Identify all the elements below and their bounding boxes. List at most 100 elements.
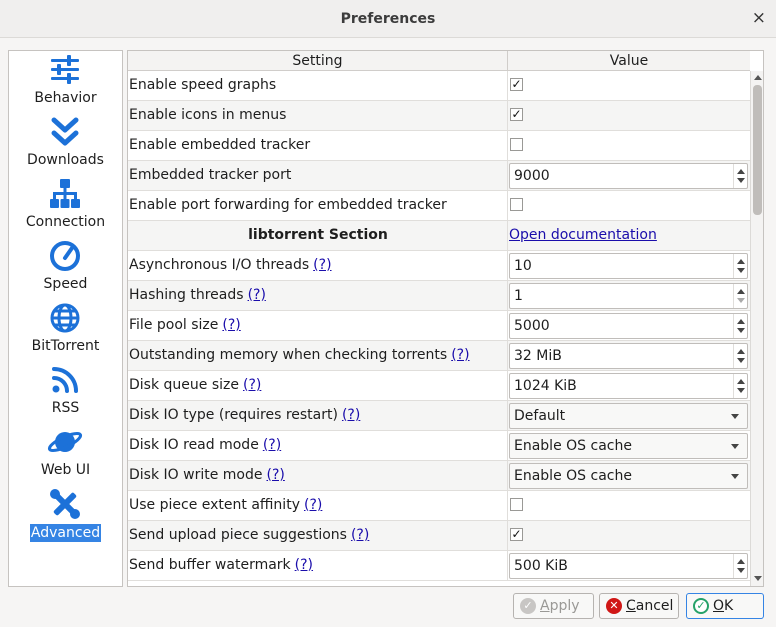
speedometer-icon (47, 239, 83, 273)
spin-up-icon[interactable] (737, 559, 745, 564)
setting-label: Enable port forwarding for embedded trac… (129, 197, 447, 213)
setting-dropdown[interactable]: Enable OS cache (509, 463, 748, 489)
sidebar-item-connection[interactable]: Connection (9, 175, 122, 237)
sidebar-item-behavior[interactable]: Behavior (9, 51, 122, 113)
help-link[interactable]: (?) (295, 557, 313, 573)
help-link[interactable]: (?) (248, 287, 266, 303)
spin-up-icon[interactable] (737, 259, 745, 264)
setting-value-cell: 10 (508, 251, 750, 280)
setting-label: Use piece extent affinity (129, 497, 300, 513)
table-row[interactable]: Disk queue size (?) 1024 KiB (128, 371, 750, 401)
table-row[interactable]: Enable speed graphs ✓ (128, 71, 750, 101)
spinbox-arrows[interactable] (733, 254, 747, 278)
setting-checkbox[interactable] (510, 198, 523, 211)
setting-checkbox[interactable]: ✓ (510, 108, 523, 121)
setting-value-cell: Enable OS cache (508, 461, 750, 490)
setting-dropdown[interactable]: Enable OS cache (509, 433, 748, 459)
setting-spinbox[interactable]: 32 MiB (509, 343, 748, 369)
table-row[interactable]: Send buffer watermark (?) 500 KiB (128, 551, 750, 581)
spin-down-icon[interactable] (737, 268, 745, 273)
spin-up-icon[interactable] (737, 379, 745, 384)
ok-button[interactable]: ✓ OK (686, 593, 764, 619)
scrollbar-thumb[interactable] (753, 85, 762, 215)
help-link[interactable]: (?) (243, 377, 261, 393)
spin-down-icon[interactable] (737, 388, 745, 393)
table-row[interactable]: Disk IO read mode (?) Enable OS cache (128, 431, 750, 461)
help-link[interactable]: (?) (266, 467, 284, 483)
apply-button[interactable]: ✓ Apply (513, 593, 594, 619)
setting-label-cell: Enable embedded tracker (128, 131, 508, 160)
help-link[interactable]: (?) (351, 527, 369, 543)
table-row[interactable]: Enable port forwarding for embedded trac… (128, 191, 750, 221)
spinbox-arrows[interactable] (733, 164, 747, 188)
setting-spinbox[interactable]: 1024 KiB (509, 373, 748, 399)
table-row[interactable]: Disk IO write mode (?) Enable OS cache (128, 461, 750, 491)
vertical-scrollbar[interactable] (750, 71, 763, 586)
setting-label-cell: Enable speed graphs (128, 71, 508, 100)
spinbox-arrows[interactable] (733, 284, 747, 308)
setting-spinbox[interactable]: 9000 (509, 163, 748, 189)
spinbox-arrows[interactable] (733, 314, 747, 338)
spinbox-value: 500 KiB (514, 558, 568, 574)
setting-label: Disk IO write mode (129, 467, 263, 483)
spinbox-arrows[interactable] (733, 554, 747, 578)
sidebar-item-rss[interactable]: RSS (9, 361, 122, 423)
setting-spinbox[interactable]: 1 (509, 283, 748, 309)
table-row[interactable]: Enable icons in menus ✓ (128, 101, 750, 131)
setting-value-cell: ✓ (508, 521, 750, 550)
setting-label: Asynchronous I/O threads (129, 257, 310, 273)
table-row[interactable]: Embedded tracker port 9000 (128, 161, 750, 191)
spin-down-icon[interactable] (737, 298, 745, 303)
setting-checkbox[interactable] (510, 138, 523, 151)
sidebar-item-web-ui[interactable]: Web UI (9, 423, 122, 485)
table-row[interactable]: Asynchronous I/O threads (?) 10 (128, 251, 750, 281)
spin-down-icon[interactable] (737, 568, 745, 573)
table-row[interactable]: Outstanding memory when checking torrent… (128, 341, 750, 371)
setting-dropdown[interactable]: Default (509, 403, 748, 429)
scroll-down-icon[interactable] (754, 576, 762, 581)
help-link[interactable]: (?) (342, 407, 360, 423)
help-link[interactable]: (?) (313, 257, 331, 273)
setting-checkbox[interactable] (510, 498, 523, 511)
help-link[interactable]: (?) (304, 497, 322, 513)
spin-down-icon[interactable] (737, 178, 745, 183)
spin-down-icon[interactable] (737, 328, 745, 333)
spin-up-icon[interactable] (737, 169, 745, 174)
setting-spinbox[interactable]: 5000 (509, 313, 748, 339)
spin-up-icon[interactable] (737, 289, 745, 294)
table-row[interactable]: libtorrent Section Open documentation (128, 221, 750, 251)
setting-value-cell: 1 (508, 281, 750, 310)
spin-down-icon[interactable] (737, 358, 745, 363)
spinbox-arrows[interactable] (733, 344, 747, 368)
setting-label-cell: Send upload piece suggestions (?) (128, 521, 508, 550)
table-row[interactable]: Disk IO type (requires restart) (?) Defaul… (128, 401, 750, 431)
spinbox-arrows[interactable] (733, 374, 747, 398)
open-documentation-link[interactable]: Open documentation (509, 221, 657, 250)
setting-checkbox[interactable]: ✓ (510, 78, 523, 91)
sidebar-item-speed[interactable]: Speed (9, 237, 122, 299)
sidebar-item-advanced[interactable]: Advanced (9, 485, 122, 547)
table-row[interactable]: Use piece extent affinity (?) (128, 491, 750, 521)
planet-icon (47, 425, 83, 459)
spin-up-icon[interactable] (737, 349, 745, 354)
sidebar-item-downloads[interactable]: Downloads (9, 113, 122, 175)
spin-up-icon[interactable] (737, 319, 745, 324)
setting-spinbox[interactable]: 500 KiB (509, 553, 748, 579)
setting-spinbox[interactable]: 10 (509, 253, 748, 279)
column-header-value[interactable]: Value (508, 51, 750, 71)
scroll-up-icon[interactable] (754, 75, 762, 80)
setting-checkbox[interactable]: ✓ (510, 528, 523, 541)
table-row[interactable]: Enable embedded tracker (128, 131, 750, 161)
column-header-setting[interactable]: Setting (128, 51, 508, 71)
help-link[interactable]: (?) (263, 437, 281, 453)
table-row[interactable]: File pool size (?) 5000 (128, 311, 750, 341)
sidebar-item-bittorrent[interactable]: BitTorrent (9, 299, 122, 361)
setting-label-cell: Disk IO write mode (?) (128, 461, 508, 490)
table-row[interactable]: Hashing threads (?) 1 (128, 281, 750, 311)
table-row[interactable]: Send upload piece suggestions (?) ✓ (128, 521, 750, 551)
dropdown-value: Default (514, 408, 566, 424)
close-icon[interactable]: × (752, 8, 766, 28)
help-link[interactable]: (?) (451, 347, 469, 363)
cancel-button[interactable]: ✕ Cancel (599, 593, 679, 619)
help-link[interactable]: (?) (222, 317, 240, 333)
